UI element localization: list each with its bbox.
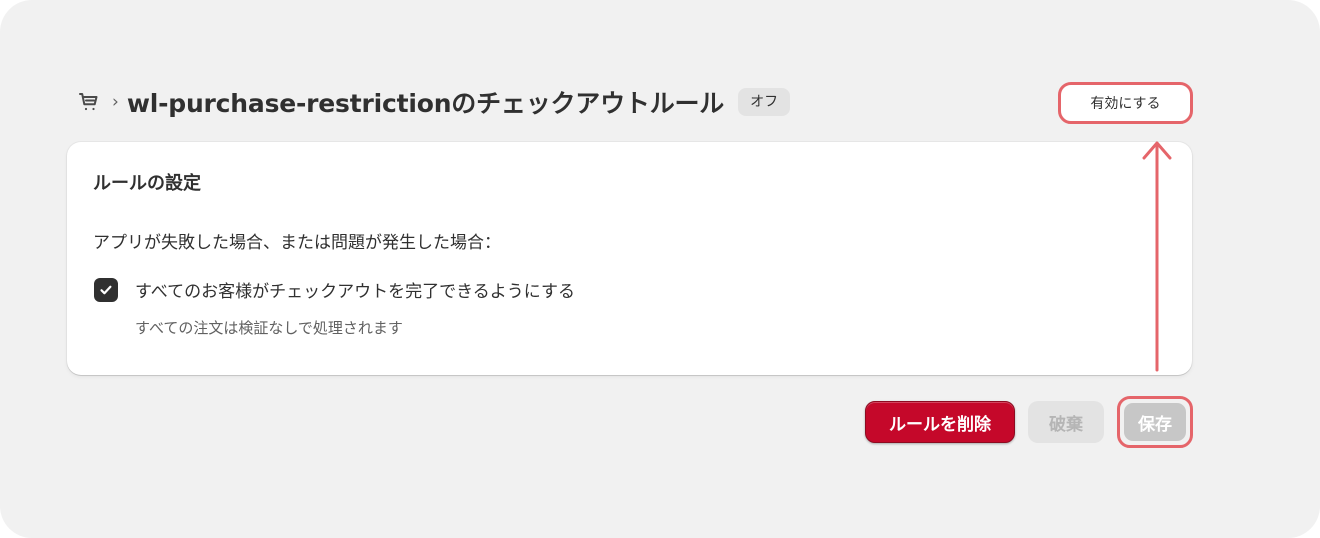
annotation-arrow-icon (1142, 141, 1172, 372)
cart-icon[interactable] (76, 89, 102, 115)
checkmark-icon (100, 285, 112, 295)
page-header: › wl-purchase-restrictionのチェックアウトルール オフ (76, 84, 791, 120)
breadcrumb-chevron-icon: › (112, 91, 119, 112)
page-title: wl-purchase-restrictionのチェックアウトルール (126, 89, 725, 118)
discard-button[interactable]: 破棄 (1028, 401, 1104, 443)
save-button-highlight: 保存 (1117, 396, 1193, 448)
checkbox-label[interactable]: すべてのお客様がチェックアウトを完了できるようにする (135, 277, 575, 302)
save-button[interactable]: 保存 (1124, 403, 1186, 441)
checkbox-help-text: すべての注文は検証なしで処理されます (135, 319, 403, 337)
card-description: アプリが失敗した場合、または問題が発生した場合： (93, 233, 501, 253)
delete-rule-button[interactable]: ルールを削除 (865, 401, 1015, 443)
card-title: ルールの設定 (93, 173, 201, 194)
rule-settings-card: ルールの設定 アプリが失敗した場合、または問題が発生した場合： すべてのお客様が… (67, 142, 1192, 375)
page-frame: › wl-purchase-restrictionのチェックアウトルール オフ … (0, 0, 1320, 538)
enable-button[interactable]: 有効にする (1058, 82, 1193, 124)
allow-checkout-checkbox[interactable] (94, 278, 118, 302)
status-badge: オフ (738, 88, 791, 116)
